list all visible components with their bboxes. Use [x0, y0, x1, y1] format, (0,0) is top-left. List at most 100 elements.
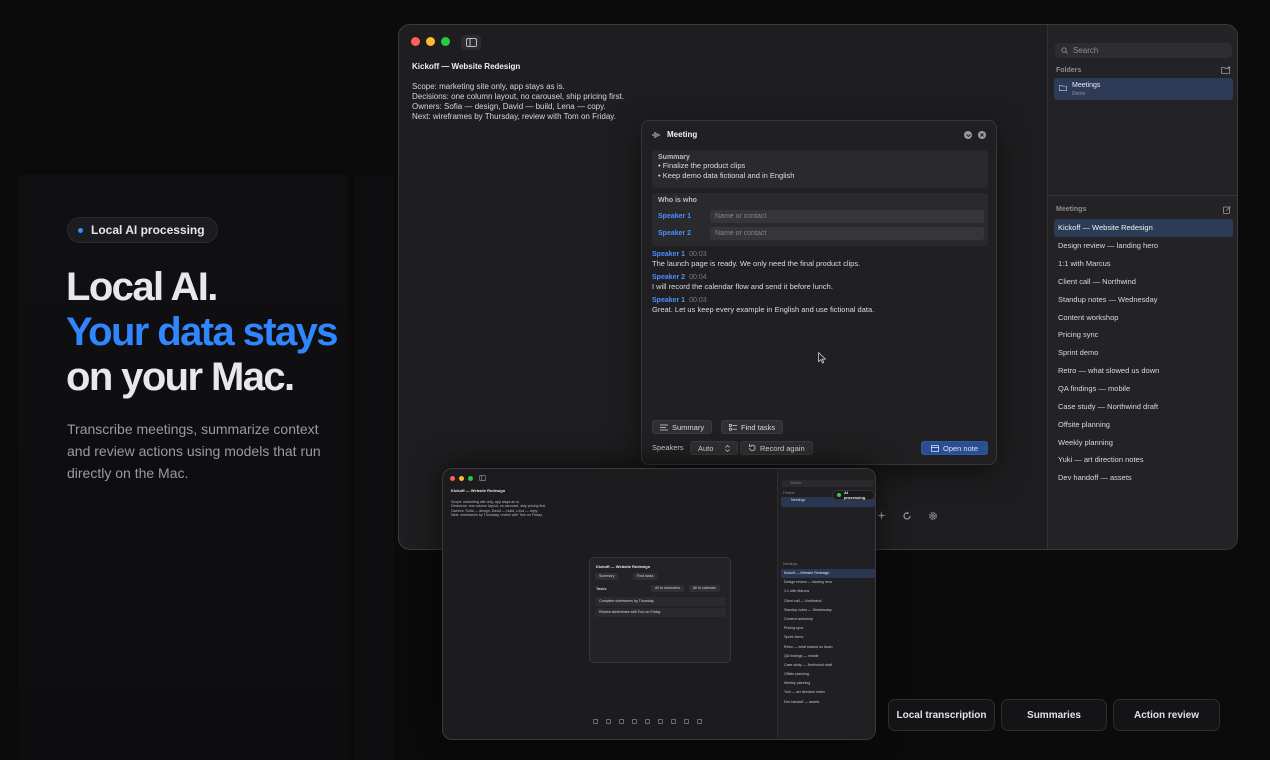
- meeting-list-item[interactable]: Standup notes — Wednesday: [1054, 290, 1233, 308]
- toolbar-icon[interactable]: [671, 719, 676, 724]
- sparkle-icon[interactable]: [877, 511, 886, 520]
- note-line: Decisions: one column layout, no carouse…: [412, 92, 625, 101]
- new-folder-icon[interactable]: [1221, 66, 1231, 74]
- minimize-window-button[interactable]: [459, 476, 464, 481]
- meeting-list-item[interactable]: QA findings — mobile: [1054, 380, 1233, 398]
- toolbar-icon[interactable]: [697, 719, 702, 724]
- transcript-time: 00:04: [689, 274, 707, 281]
- meeting-list-item[interactable]: Retro — what slowed us down: [1054, 362, 1233, 380]
- note-body: Scope: marketing site only, app stays as…: [451, 500, 546, 517]
- open-note-button[interactable]: Open note: [921, 441, 988, 455]
- search-field[interactable]: [1055, 43, 1232, 58]
- all-to-reminders-button[interactable]: All to reminders: [651, 585, 684, 592]
- meeting-list-item[interactable]: Retro — what slowed us down: [781, 643, 875, 652]
- window-controls: [450, 476, 473, 481]
- sidebar-icon: [465, 38, 477, 47]
- meeting-list-item[interactable]: 1:1 with Marcus: [781, 587, 875, 596]
- folders-section-label: Folders: [783, 491, 795, 495]
- speakers-label: Speakers: [652, 443, 684, 452]
- find-tasks-button-label: Find tasks: [741, 422, 776, 432]
- meeting-list-item[interactable]: Yuki — art direction notes: [1054, 451, 1233, 469]
- bottom-toolbar: [593, 719, 702, 724]
- meeting-list-item[interactable]: 1:1 with Marcus: [1054, 255, 1233, 273]
- bottom-toolbar: [877, 511, 938, 521]
- sidebar-icon[interactable]: [479, 475, 486, 481]
- transcript-entry: Speaker 1 00:03 The launch page is ready.…: [652, 251, 988, 268]
- meeting-list-item[interactable]: Sprint demo: [781, 633, 875, 642]
- summaries-button[interactable]: Summaries: [1001, 699, 1107, 731]
- transcript-entry: Speaker 1 00:03 Great. Let us keep every …: [652, 297, 988, 314]
- meeting-list-item[interactable]: Pricing sync: [781, 624, 875, 633]
- meeting-list-item[interactable]: QA findings — mobile: [781, 652, 875, 661]
- meeting-list-item[interactable]: Weekly planning: [781, 679, 875, 688]
- meeting-list-item[interactable]: Yuki — art direction notes: [781, 688, 875, 697]
- find-tasks-button[interactable]: Find tasks: [633, 573, 658, 580]
- speakers-select[interactable]: Auto: [690, 441, 739, 455]
- toolbar-icon[interactable]: [632, 719, 637, 724]
- summary-button[interactable]: Summary: [652, 420, 713, 434]
- sidebar-toggle-button[interactable]: [461, 35, 481, 50]
- summary-line: • Keep demo data fictional and in Englis…: [658, 171, 795, 180]
- compose-icon[interactable]: [1223, 206, 1231, 214]
- zoom-window-button[interactable]: [441, 37, 450, 46]
- meeting-list-item[interactable]: Sprint demo: [1054, 344, 1233, 362]
- meeting-list-item[interactable]: Kickoff — Website Redesign: [781, 569, 875, 579]
- toolbar-icon[interactable]: [593, 719, 598, 724]
- note-body[interactable]: Scope: marketing site only, app stays as…: [412, 82, 624, 122]
- refresh-icon[interactable]: [902, 511, 912, 521]
- task-item[interactable]: Review wireframes with Tom on Friday: [595, 608, 726, 617]
- meeting-list-item[interactable]: Content workshop: [1054, 308, 1233, 326]
- summary-label: Summary: [658, 154, 690, 161]
- badge-label: Local AI processing: [91, 223, 205, 237]
- task-item[interactable]: Complete wireframes by Thursday: [595, 597, 726, 606]
- action-review-button[interactable]: Action review: [1113, 699, 1220, 731]
- find-tasks-button[interactable]: Find tasks: [721, 420, 784, 434]
- meeting-list-item[interactable]: Case study — Northwind draft: [1054, 397, 1233, 415]
- close-panel-button[interactable]: [978, 131, 986, 139]
- sidebar: Search Folders Meetings Meetings Kickoff…: [777, 469, 875, 739]
- zoom-window-button[interactable]: [468, 476, 473, 481]
- close-window-button[interactable]: [411, 37, 420, 46]
- headline-line-3: on your Mac.: [66, 355, 295, 399]
- meeting-list-item[interactable]: Design review — landing hero: [781, 578, 875, 587]
- status-dot-icon: [837, 493, 841, 497]
- meeting-list-item[interactable]: Dev handoff — assets: [1054, 469, 1233, 487]
- toolbar-icon[interactable]: [684, 719, 689, 724]
- summary-button[interactable]: Summary: [595, 573, 619, 580]
- meeting-list-item[interactable]: Offsite planning: [1054, 415, 1233, 433]
- meeting-list-item[interactable]: Case study — Northwind draft: [781, 661, 875, 670]
- toolbar-icon[interactable]: [658, 719, 663, 724]
- note-line: Owners: Sofia — design, David — build, L…: [412, 102, 606, 111]
- minimize-window-button[interactable]: [426, 37, 435, 46]
- meeting-list-item[interactable]: Offsite planning: [781, 670, 875, 679]
- window-controls: [411, 37, 450, 46]
- transcript-time: 00:03: [689, 251, 707, 258]
- speaker-2-name-input[interactable]: [710, 227, 984, 240]
- meeting-list-item[interactable]: Client call — Northwind: [1054, 273, 1233, 291]
- folder-item-meetings[interactable]: Meetings Demo: [1054, 78, 1233, 100]
- meeting-list-item[interactable]: Weekly planning: [1054, 433, 1233, 451]
- gear-icon[interactable]: [928, 511, 938, 521]
- all-to-calendar-button[interactable]: All to calendar: [689, 585, 720, 592]
- meeting-list-item[interactable]: Standup notes — Wednesday: [781, 606, 875, 615]
- transcript-entry: Speaker 2 00:04 I will record the calenda…: [652, 274, 988, 291]
- meeting-list-item[interactable]: Dev handoff — assets: [781, 698, 875, 707]
- speakers-select-value: Auto: [698, 443, 714, 453]
- meeting-list-item[interactable]: Design review — landing hero: [1054, 237, 1233, 255]
- toolbar-icon[interactable]: [606, 719, 611, 724]
- close-icon: [980, 133, 984, 137]
- search-input[interactable]: [1073, 46, 1223, 55]
- meeting-list-item[interactable]: Client call — Northwind: [781, 597, 875, 606]
- local-transcription-button[interactable]: Local transcription: [888, 699, 995, 731]
- record-again-button[interactable]: Record again: [740, 441, 813, 455]
- close-window-button[interactable]: [450, 476, 455, 481]
- toolbar-icon[interactable]: [645, 719, 650, 724]
- collapse-panel-button[interactable]: [964, 131, 972, 139]
- meeting-list-item[interactable]: Kickoff — Website Redesign: [1054, 219, 1233, 237]
- toolbar-icon[interactable]: [619, 719, 624, 724]
- search-input[interactable]: Search: [782, 480, 874, 487]
- meeting-list-item[interactable]: Content workshop: [781, 615, 875, 624]
- meeting-list-item[interactable]: Pricing sync: [1054, 326, 1233, 344]
- speaker-1-name-input[interactable]: [710, 210, 984, 223]
- meeting-panel: Meeting Summary • Finalize the product c…: [641, 120, 997, 465]
